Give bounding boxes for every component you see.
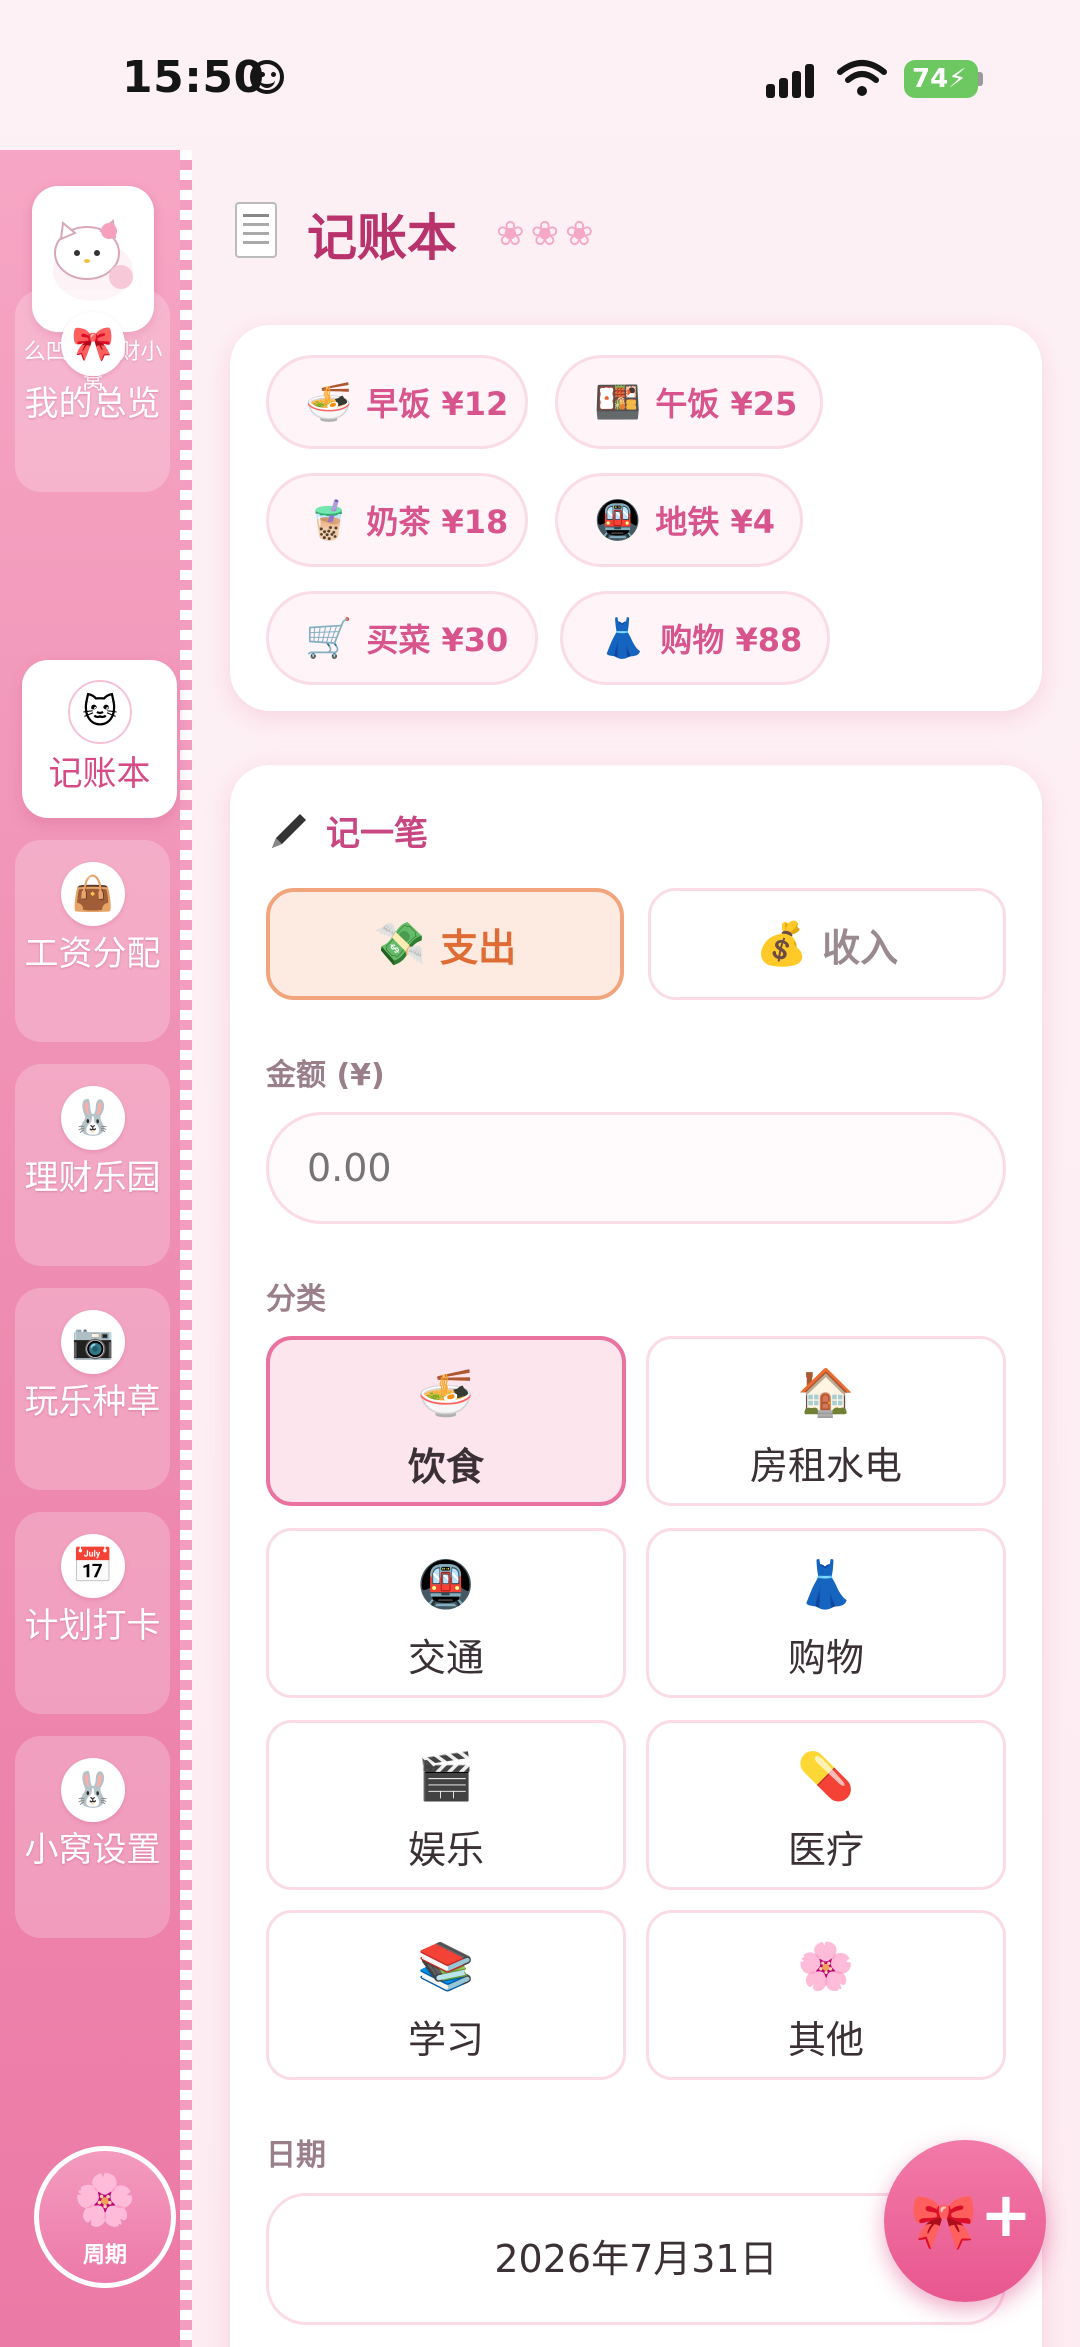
category-name: 饮食	[407, 1445, 484, 1489]
sidebar-item-label: 记账本	[48, 754, 151, 794]
category-name: 购物	[787, 1636, 864, 1680]
bag-icon: 👜	[61, 862, 125, 926]
header-decoration: ❀❀❀	[496, 214, 600, 254]
battery-icon: 74⚡	[904, 60, 978, 98]
camera-icon: 📷	[61, 1310, 125, 1374]
sidebar-item-label: 玩乐种草	[24, 1382, 161, 1422]
receipt-icon	[235, 202, 277, 258]
cat-icon: 🐱	[68, 680, 132, 744]
chip-label: 早饭 ¥12	[366, 385, 509, 423]
flower-icon: 🌸	[797, 1939, 855, 1993]
quick-chip-shopping[interactable]: 👗 购物 ¥88	[560, 591, 830, 685]
pen-icon	[272, 814, 306, 848]
category-shopping[interactable]: 👗 购物	[646, 1528, 1006, 1698]
money-bag-icon: 💰	[755, 919, 809, 968]
sidebar-item-label: 小窝设置	[24, 1830, 161, 1870]
bow-icon: 🎀	[910, 2190, 978, 2253]
chip-label: 购物 ¥88	[660, 621, 803, 659]
category-study[interactable]: 📚 学习	[266, 1910, 626, 2080]
sidebar-item-label: 我的总览	[24, 384, 161, 424]
category-medical[interactable]: 💊 医疗	[646, 1720, 1006, 1890]
category-name: 医疗	[787, 1828, 864, 1872]
chip-label: 地铁 ¥4	[655, 503, 776, 541]
sidebar-item-settings[interactable]: 🐰 小窝设置	[15, 1736, 170, 1938]
category-rent[interactable]: 🏠 房租水电	[646, 1336, 1006, 1506]
calendar-icon: 📅	[61, 1534, 125, 1598]
expense-label: 支出	[440, 925, 517, 970]
quick-chip-milktea[interactable]: 🧋 奶茶 ¥18	[266, 473, 528, 567]
noodle-icon: 🍜	[305, 379, 353, 424]
metro-icon: 🚇	[417, 1557, 475, 1611]
books-icon: 📚	[417, 1939, 475, 1993]
record-section-title: 记一笔	[326, 814, 428, 854]
amount-input[interactable]	[266, 1112, 1006, 1224]
status-time: 15:50	[122, 52, 265, 103]
bunny-icon: 🐰	[61, 1758, 125, 1822]
flower-icon: 🌸	[73, 2171, 137, 2229]
dress-icon: 👗	[599, 615, 647, 660]
category-name: 娱乐	[407, 1828, 484, 1872]
house-icon: 🏠	[797, 1365, 855, 1419]
income-toggle[interactable]: 💰 收入	[648, 888, 1006, 1000]
chip-label: 午饭 ¥25	[655, 385, 798, 423]
income-label: 收入	[822, 925, 899, 970]
category-other[interactable]: 🌸 其他	[646, 1910, 1006, 2080]
status-bar: 15:50 74⚡	[0, 0, 1080, 150]
signal-icon	[766, 62, 824, 98]
amount-label: 金额 (¥)	[266, 1058, 385, 1093]
period-button[interactable]: 🌸 周期	[34, 2146, 176, 2288]
chip-label: 买菜 ¥30	[366, 621, 509, 659]
bubble-tea-icon: 🧋	[305, 497, 353, 542]
sidebar-item-ledger[interactable]: 🐱 记账本	[22, 660, 177, 818]
battery-level: 74	[912, 64, 949, 94]
category-name: 学习	[407, 2018, 484, 2062]
sidebar-item-label: 理财乐园	[24, 1158, 161, 1198]
category-name: 交通	[407, 1636, 484, 1680]
chip-label: 奶茶 ¥18	[366, 503, 509, 541]
category-label: 分类	[266, 1282, 326, 1317]
period-label: 周期	[82, 2243, 127, 2268]
metro-icon: 🚇	[594, 497, 642, 542]
sidebar-item-salary[interactable]: 👜 工资分配	[15, 840, 170, 1042]
category-food[interactable]: 🍜 饮食	[266, 1336, 626, 1506]
wifi-icon	[837, 60, 887, 96]
sidebar-item-label: 计划打卡	[24, 1606, 161, 1646]
expense-toggle[interactable]: 💸 支出	[266, 888, 624, 1000]
quick-chip-groceries[interactable]: 🛒 买菜 ¥30	[266, 591, 538, 685]
date-label: 日期	[266, 2138, 326, 2173]
quick-chip-subway[interactable]: 🚇 地铁 ¥4	[555, 473, 803, 567]
category-name: 其他	[787, 2018, 864, 2062]
noodle-icon: 🍜	[417, 1366, 475, 1420]
sidebar-item-fun[interactable]: 📷 玩乐种草	[15, 1288, 170, 1490]
sidebar-item-plan[interactable]: 📅 计划打卡	[15, 1512, 170, 1714]
bento-icon: 🍱	[594, 379, 642, 424]
quick-chip-breakfast[interactable]: 🍜 早饭 ¥12	[266, 355, 528, 449]
page: 15:50 74⚡ 么凹猫 理财小窝 🎀 我的总览 🐱 记账本 👜 工资分配 🐰…	[0, 0, 1080, 2347]
bunny-icon: 🐰	[61, 1086, 125, 1150]
smiley-icon	[250, 60, 284, 94]
category-name: 房租水电	[749, 1444, 902, 1488]
sidebar-item-finance[interactable]: 🐰 理财乐园	[15, 1064, 170, 1266]
quick-chip-lunch[interactable]: 🍱 午饭 ¥25	[555, 355, 823, 449]
pill-icon: 💊	[797, 1749, 855, 1803]
battery-tip	[978, 72, 983, 86]
category-entertainment[interactable]: 🎬 娱乐	[266, 1720, 626, 1890]
money-wings-icon: 💸	[373, 919, 427, 968]
sidebar-edge	[180, 150, 192, 2347]
dress-icon: 👗	[797, 1557, 855, 1611]
cart-icon: 🛒	[305, 615, 353, 660]
page-title: 记账本	[307, 209, 457, 267]
sidebar-item-label: 工资分配	[24, 934, 161, 974]
add-record-fab[interactable]: 🎀 +	[884, 2140, 1046, 2302]
bow-icon: 🎀	[61, 312, 125, 376]
sidebar-item-overview[interactable]: 🎀 我的总览	[15, 290, 170, 492]
clapper-icon: 🎬	[417, 1749, 475, 1803]
category-transport[interactable]: 🚇 交通	[266, 1528, 626, 1698]
plus-icon: +	[980, 2178, 1032, 2251]
